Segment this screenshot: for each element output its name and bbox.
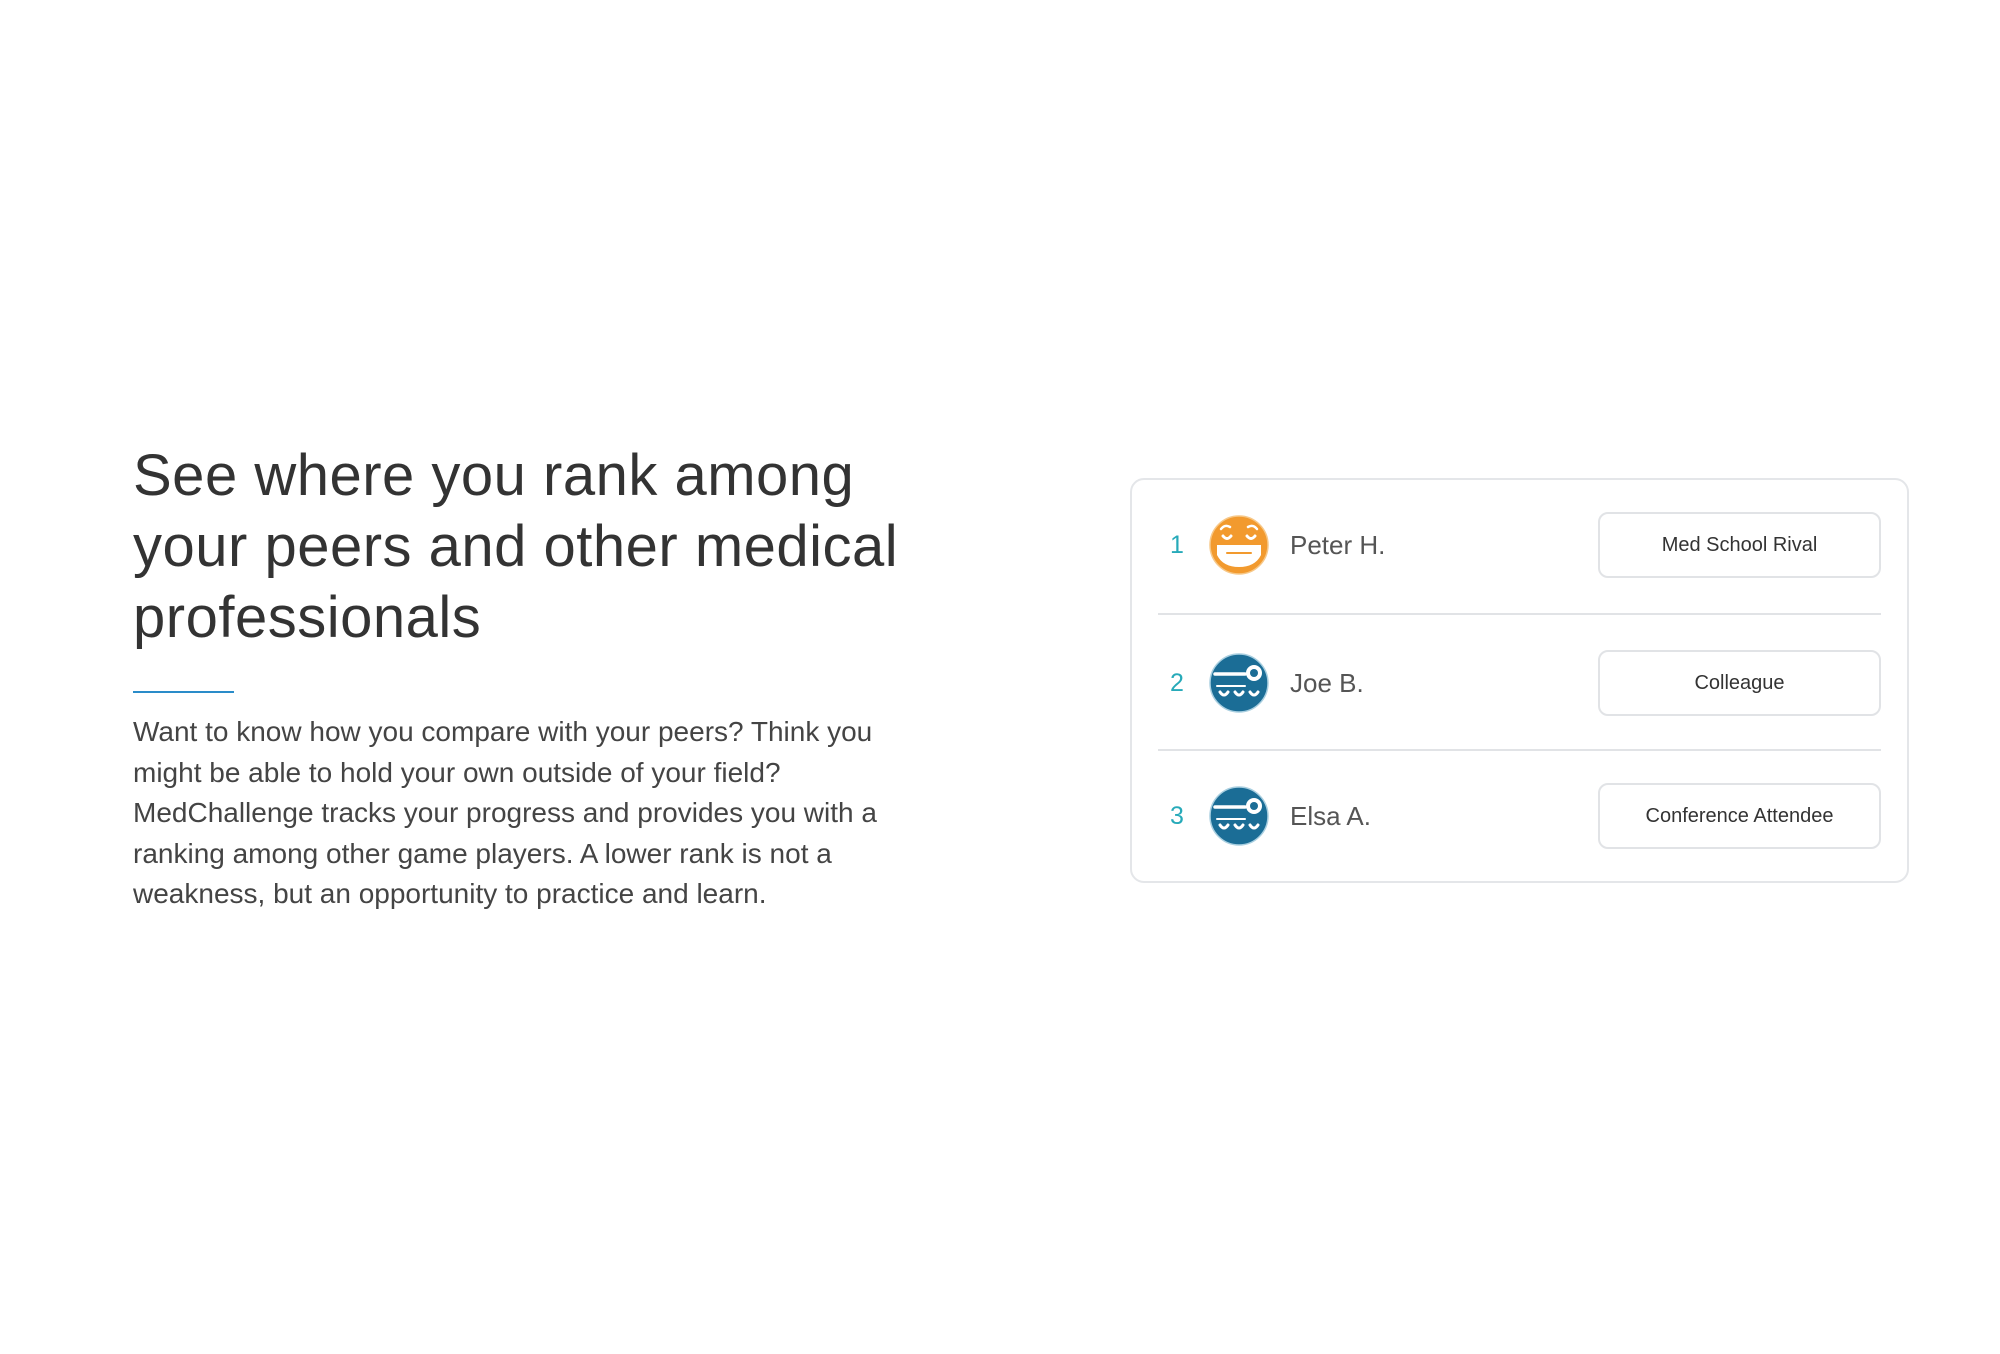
relationship-tag: Conference Attendee — [1598, 783, 1881, 849]
leaderboard-card: 1 Peter H. Med School Rival 2 Joe B. Col… — [1130, 478, 1909, 883]
rank-number: 1 — [1170, 531, 1184, 559]
rank-number: 3 — [1170, 802, 1184, 830]
row-divider — [1158, 749, 1881, 751]
ranking-intro: See where you rank among your peers and … — [133, 440, 963, 915]
row-divider — [1158, 613, 1881, 615]
relationship-tag: Colleague — [1598, 650, 1881, 716]
section-headline: See where you rank among your peers and … — [133, 443, 899, 650]
relationship-tag: Med School Rival — [1598, 512, 1881, 578]
leaderboard-row: 3 Elsa A. Conference Attendee — [1158, 783, 1881, 849]
player-name: Peter H. — [1290, 530, 1386, 560]
surgeon-mask-avatar-icon — [1209, 515, 1269, 575]
accent-rule — [133, 691, 234, 693]
head-mirror-doctor-avatar-icon — [1209, 653, 1269, 713]
player-name: Elsa A. — [1290, 801, 1371, 831]
section-description: Want to know how you compare with your p… — [133, 716, 877, 909]
head-mirror-doctor-avatar-icon — [1209, 786, 1269, 846]
leaderboard-row: 1 Peter H. Med School Rival — [1158, 512, 1881, 578]
rank-number: 2 — [1170, 669, 1184, 697]
leaderboard-row: 2 Joe B. Colleague — [1158, 650, 1881, 716]
player-name: Joe B. — [1290, 668, 1364, 698]
